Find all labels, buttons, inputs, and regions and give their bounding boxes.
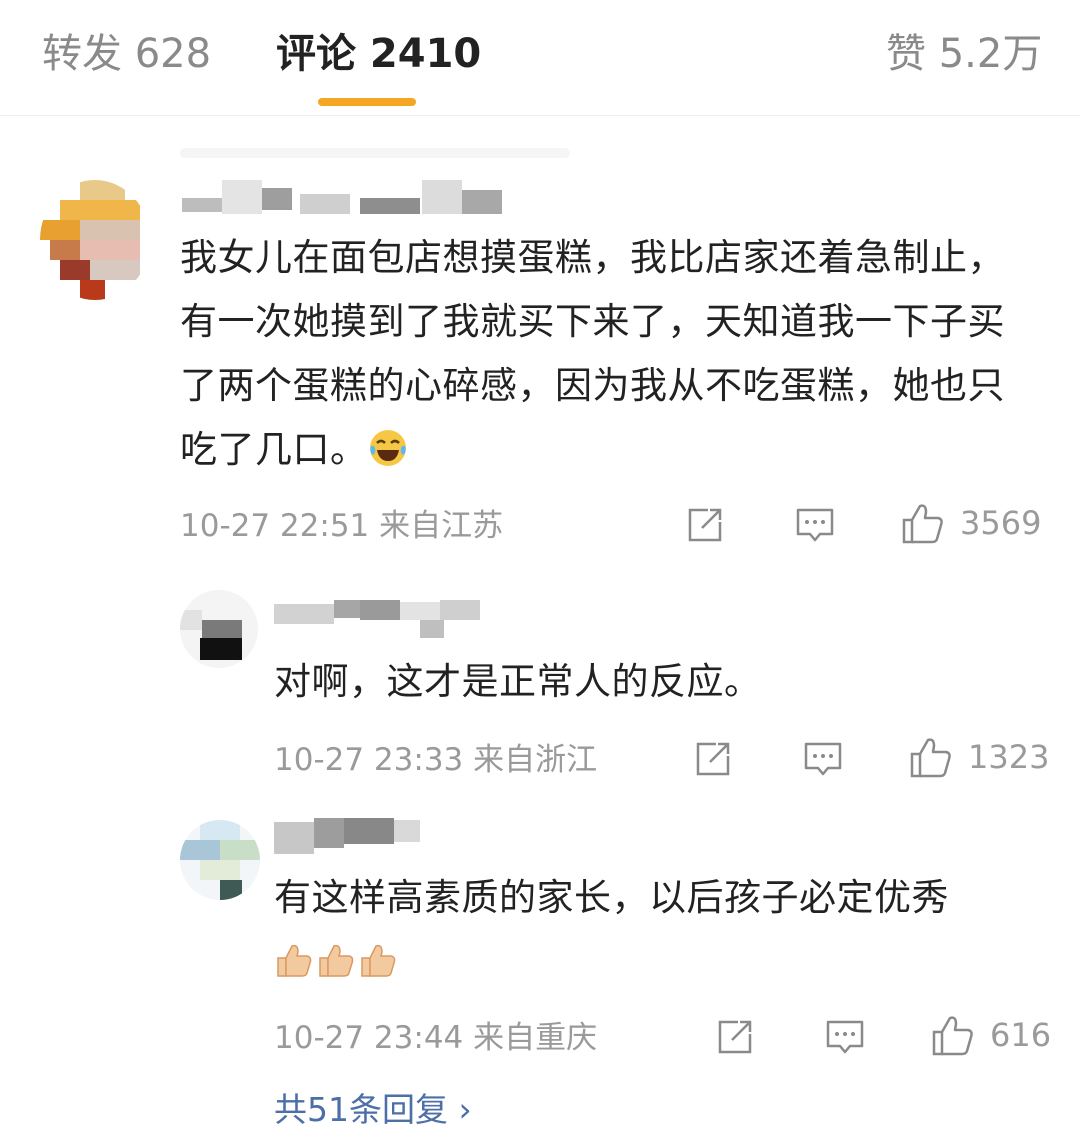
like-icon	[932, 1016, 973, 1056]
laughing-tears-emoji	[368, 424, 408, 488]
username-blurred[interactable]	[274, 598, 484, 638]
comment-icon	[796, 508, 834, 542]
share-button[interactable]	[692, 738, 734, 780]
avatar[interactable]	[180, 590, 258, 668]
tab-comments[interactable]: 评论 2410	[276, 28, 481, 80]
like-count: 616	[990, 1016, 1052, 1054]
share-icon	[688, 508, 722, 542]
tab-repost[interactable]: 转发 628	[42, 28, 211, 80]
share-button[interactable]	[684, 504, 726, 546]
like-icon	[902, 504, 943, 544]
reply-button[interactable]	[794, 504, 836, 546]
faded-divider	[180, 148, 570, 158]
comment-meta: 10-27 23:44 来自重庆	[274, 1020, 598, 1056]
comment-text: 对啊，这才是正常人的反应。	[274, 660, 762, 703]
reply-button[interactable]	[802, 738, 844, 780]
share-button[interactable]	[714, 1016, 756, 1058]
like-button[interactable]: 3569	[900, 500, 1041, 546]
avatar[interactable]	[180, 820, 260, 900]
like-count: 3569	[960, 504, 1042, 542]
comment-icon	[826, 1020, 864, 1054]
active-tab-indicator	[318, 98, 416, 106]
comment-text: 有这样高素质的家长，以后孩子必定优秀	[274, 866, 1024, 1000]
avatar[interactable]	[40, 180, 150, 300]
thumbs-up-emoji	[274, 936, 404, 1000]
tab-bar: 转发 628 评论 2410 赞 5.2万	[0, 0, 1080, 116]
reply-button[interactable]	[824, 1016, 866, 1058]
comment-icon	[804, 742, 842, 776]
share-icon	[696, 742, 730, 776]
username-blurred[interactable]	[274, 818, 424, 858]
share-icon	[718, 1020, 752, 1054]
username-blurred[interactable]	[182, 180, 522, 216]
view-all-replies-link[interactable]: 共51条回复 ›	[274, 1088, 472, 1132]
tab-likes[interactable]: 赞 5.2万	[886, 28, 1042, 80]
like-button[interactable]: 616	[930, 1012, 1051, 1058]
comment-meta: 10-27 23:33 来自浙江	[274, 742, 598, 778]
like-icon	[910, 738, 951, 778]
comment-text: 我女儿在面包店想摸蛋糕，我比店家还着急制止，有一次她摸到了我就买下来了，天知道我…	[180, 226, 1010, 488]
like-button[interactable]: 1323	[908, 734, 1049, 780]
like-count: 1323	[968, 738, 1050, 776]
comment-meta: 10-27 22:51 来自江苏	[180, 508, 504, 544]
